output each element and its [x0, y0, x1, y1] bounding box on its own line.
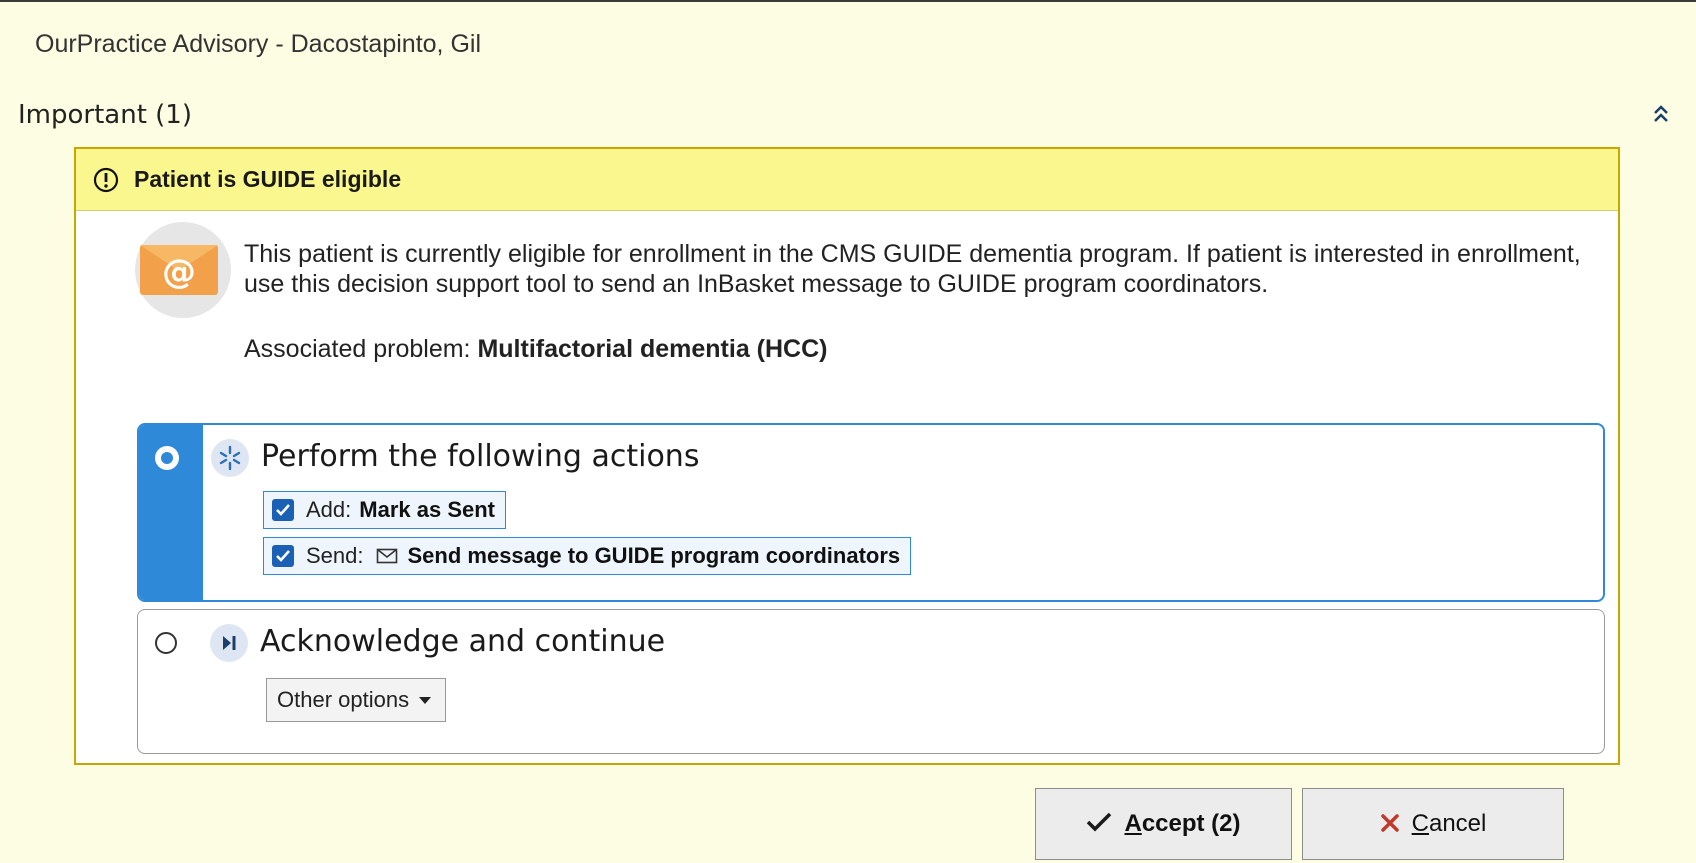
radio-acknowledge[interactable]: [155, 632, 177, 654]
action-name: Send message to GUIDE program coordinato…: [407, 543, 901, 568]
section-header-important: Important (1): [18, 100, 192, 130]
double-chevron-up-icon[interactable]: [1650, 102, 1672, 126]
cancel-label: ancel: [1428, 810, 1487, 837]
accept-label: ccept (2): [1141, 810, 1241, 837]
skip-forward-icon: [210, 624, 248, 662]
other-options-dropdown[interactable]: Other options: [266, 678, 447, 722]
cancel-button[interactable]: Cancel: [1302, 788, 1564, 860]
other-options-label: Other options: [277, 687, 410, 712]
email-at-icon: @: [135, 222, 231, 318]
envelope-icon: [376, 548, 397, 564]
action-mark-as-sent[interactable]: Add: Mark as Sent: [263, 491, 506, 529]
checkbox-send-message[interactable]: [272, 545, 294, 567]
cancel-accesskey: C: [1411, 810, 1429, 837]
associated-problem: Associated problem: Multifactorial demen…: [244, 335, 827, 364]
option-perform-actions[interactable]: Perform the following actions Add: Mark …: [137, 423, 1605, 602]
action-prefix: Add:: [306, 497, 352, 522]
caret-down-icon: [419, 696, 432, 704]
advisory-title: Patient is GUIDE eligible: [134, 166, 402, 192]
option-acknowledge[interactable]: Acknowledge and continue Other options: [137, 609, 1605, 754]
close-x-icon: [1380, 808, 1400, 840]
action-name: Mark as Sent: [359, 497, 495, 522]
accept-button[interactable]: Accept (2): [1035, 788, 1292, 860]
associated-problem-value: Multifactorial dementia (HCC): [477, 335, 828, 363]
associated-problem-label: Associated problem:: [244, 335, 478, 363]
advisory-header: Patient is GUIDE eligible: [76, 149, 1618, 211]
checkmark-icon: [1086, 808, 1112, 840]
radio-perform-actions[interactable]: [156, 447, 178, 469]
action-send-message[interactable]: Send: Send message to GUIDE program coor…: [263, 537, 912, 575]
asterisk-sparkle-icon: [211, 439, 249, 477]
window-title: OurPractice Advisory - Dacostapinto, Gil: [35, 30, 481, 58]
action-prefix: Send:: [306, 543, 364, 568]
option-acknowledge-title: Acknowledge and continue: [260, 624, 666, 659]
checkbox-mark-as-sent[interactable]: [272, 499, 294, 521]
advisory-message: This patient is currently eligible for e…: [244, 240, 1581, 298]
accept-accesskey: A: [1124, 810, 1142, 837]
advisory-panel: Patient is GUIDE eligible @ This patient…: [74, 147, 1620, 765]
option-perform-title: Perform the following actions: [261, 439, 700, 474]
top-border: [0, 0, 1696, 2]
exclamation-circle-icon: [93, 167, 119, 192]
svg-text:@: @: [162, 252, 196, 292]
